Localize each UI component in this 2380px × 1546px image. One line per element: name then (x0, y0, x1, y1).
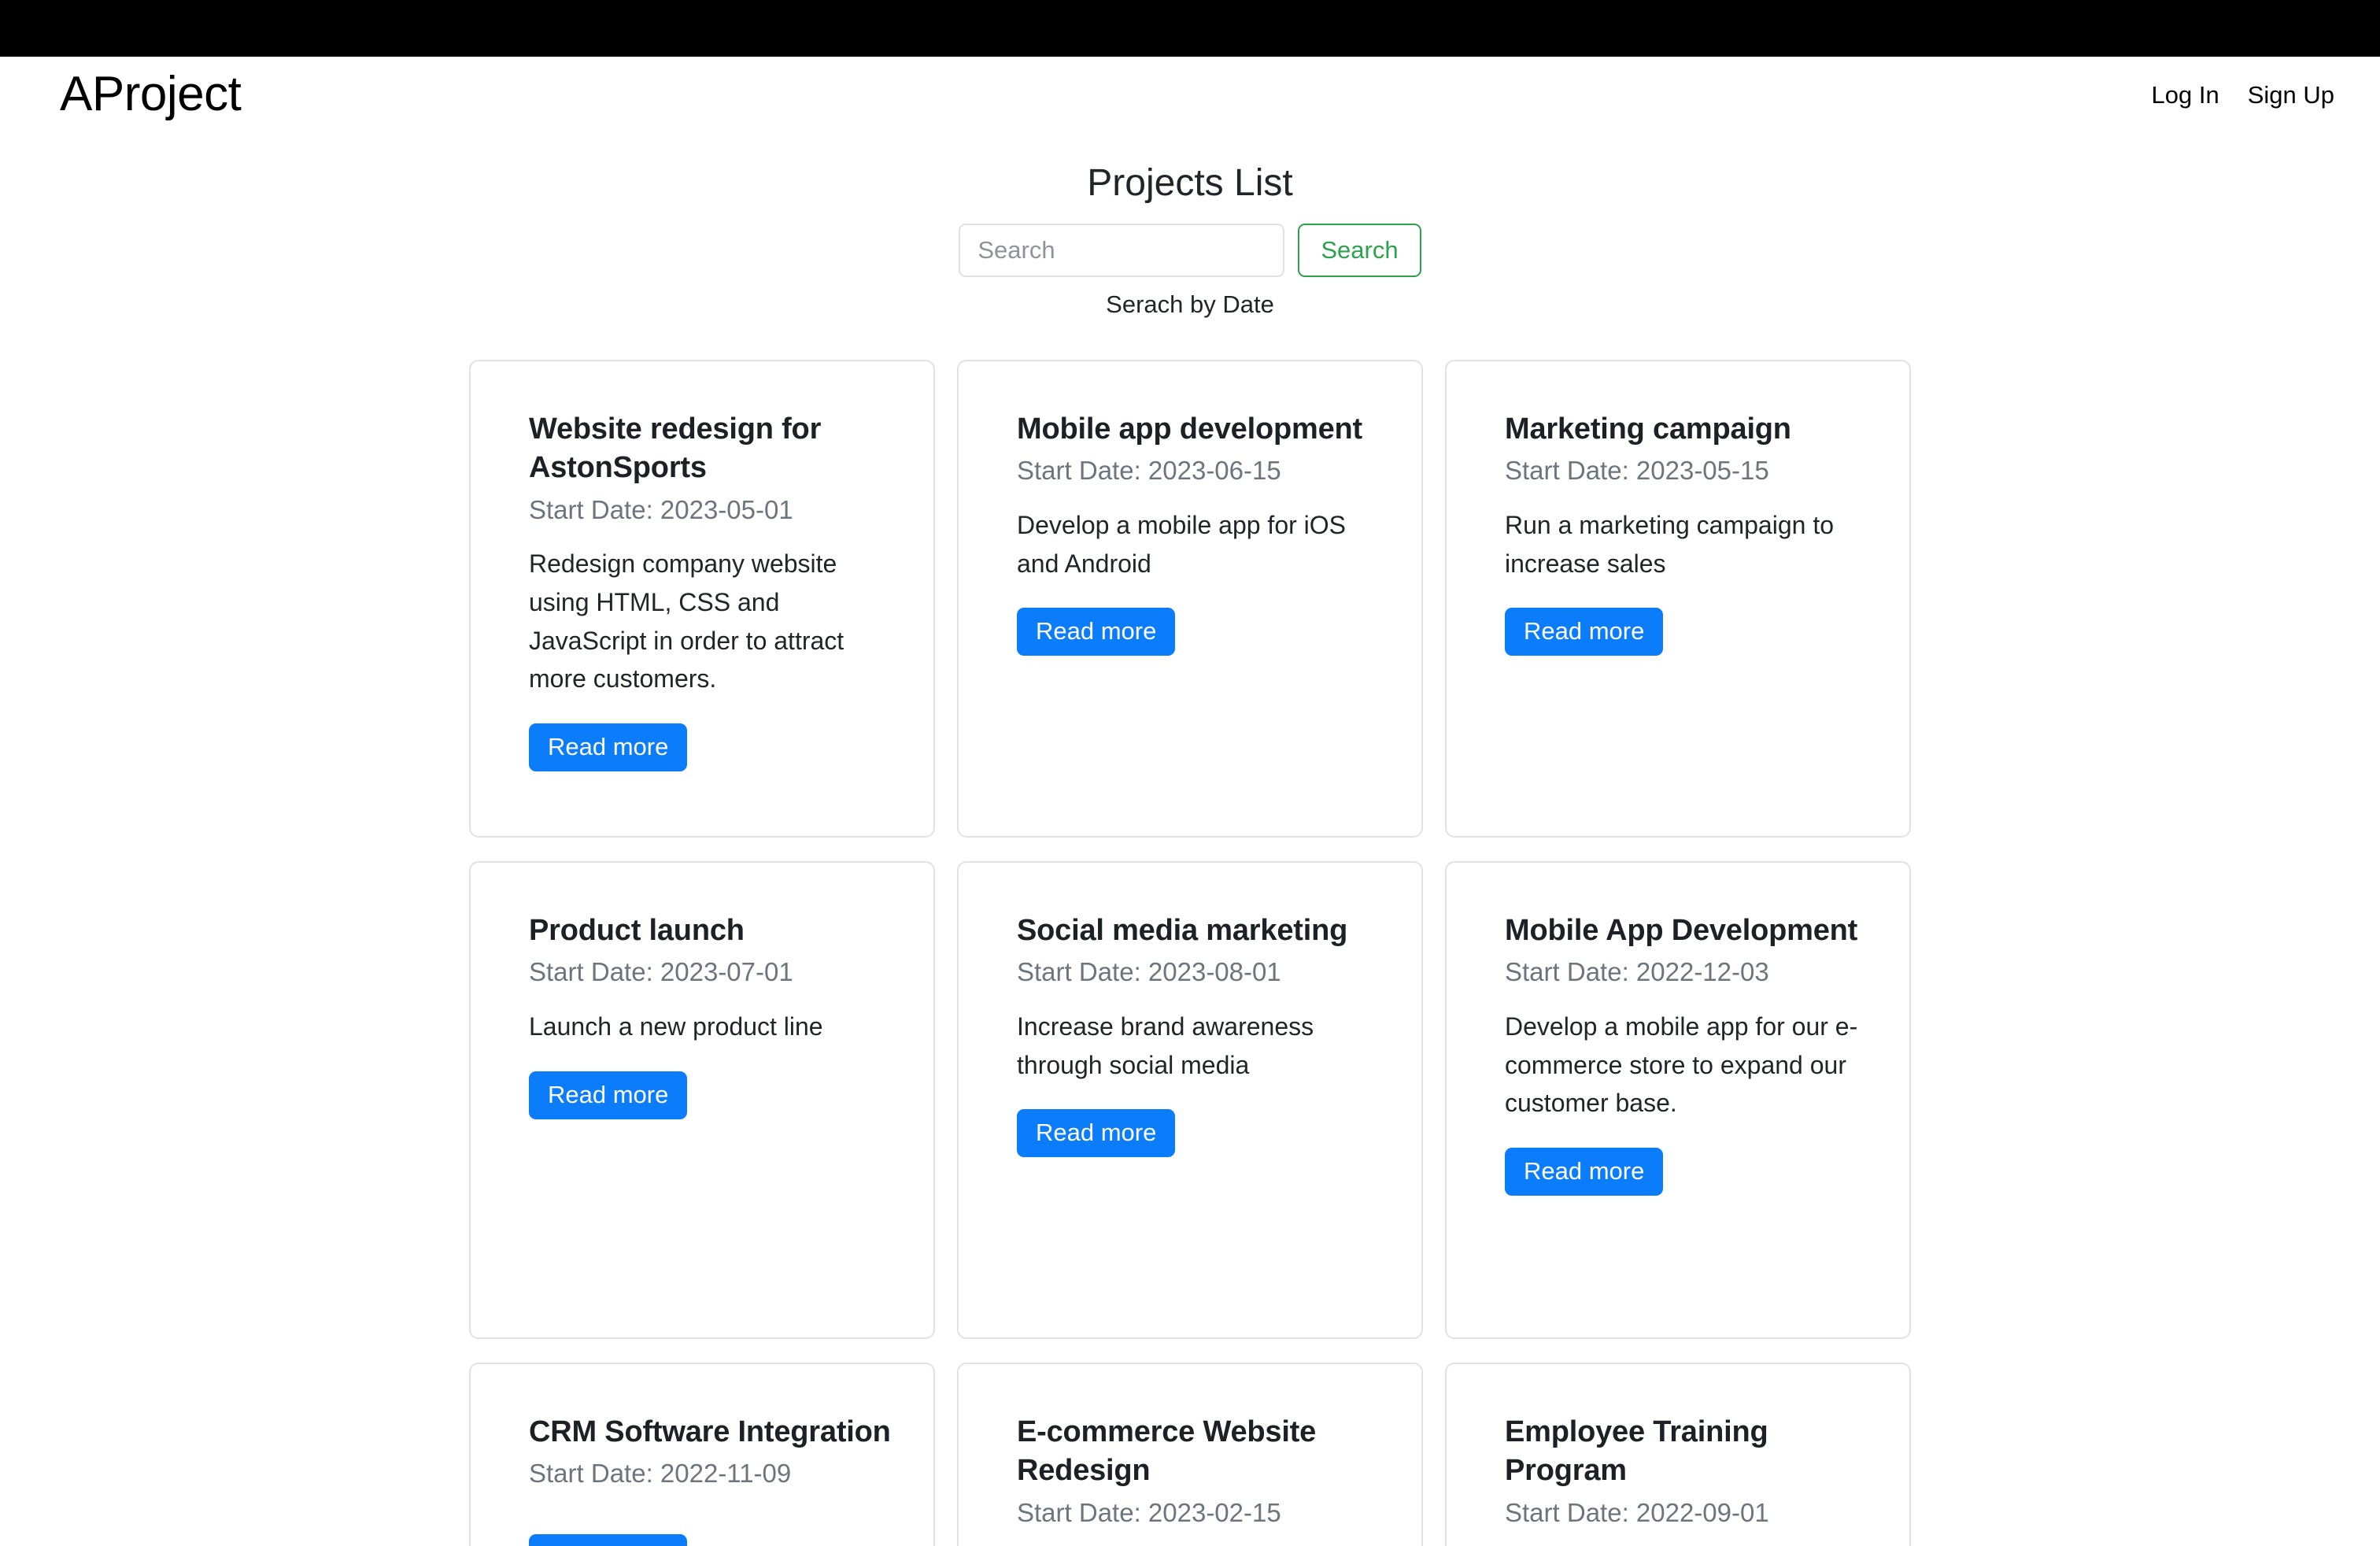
read-more-button[interactable]: Read more (1017, 1109, 1176, 1158)
project-card: Social media marketing Start Date: 2023-… (957, 860, 1423, 1339)
project-title: Employee Training Program (1505, 1415, 1768, 1488)
nav-link-sign-up[interactable]: Sign Up (2248, 83, 2334, 107)
read-more-button[interactable]: Read more (529, 1071, 688, 1119)
project-card: Website redesign for AstonSports Start D… (469, 359, 935, 838)
project-start-date: Start Date: 2023-07-01 (529, 957, 793, 987)
page-title: Projects List (1087, 162, 1293, 204)
project-start-date: Start Date: 2023-02-15 (1017, 1497, 1281, 1527)
search-by-date-link[interactable]: Serach by Date (1106, 290, 1274, 319)
top-black-bar (0, 0, 2380, 57)
project-title: Website redesign for AstonSports (529, 412, 822, 485)
project-description: Launch a new product line (529, 1012, 823, 1041)
read-more-button[interactable]: Read more (529, 723, 688, 771)
project-start-date: Start Date: 2022-11-09 (529, 1459, 792, 1489)
project-description: Redesign company website using HTML, CSS… (529, 549, 844, 693)
project-title: CRM Software Integration (529, 1415, 891, 1448)
project-card: Mobile app development Start Date: 2023-… (957, 359, 1423, 838)
projects-grid: Website redesign for AstonSports Start D… (469, 359, 1911, 1546)
header-nav: Log In Sign Up (2152, 83, 2335, 107)
search-button[interactable]: Search (1298, 223, 1421, 277)
project-card: Product launch Start Date: 2023-07-01 La… (469, 860, 935, 1339)
project-card: E-commerce Website Redesign Start Date: … (957, 1362, 1423, 1546)
read-more-button[interactable]: Read more (1505, 1147, 1664, 1196)
project-title: Social media marketing (1017, 913, 1348, 947)
project-start-date: Start Date: 2022-12-03 (1505, 957, 1769, 987)
site-header: AProject Log In Sign Up (0, 57, 2380, 132)
project-card: Marketing campaign Start Date: 2023-05-1… (1445, 359, 1911, 838)
read-more-button[interactable]: Read more (1505, 608, 1664, 656)
search-form: Search (959, 223, 1421, 277)
project-start-date: Start Date: 2023-05-01 (529, 494, 793, 524)
project-description: Develop a mobile app for our e-commerce … (1505, 1012, 1858, 1118)
project-title: Product launch (529, 913, 745, 947)
project-title: Mobile app development (1017, 412, 1362, 446)
page-head: Projects List Search Serach by Date (0, 161, 2380, 319)
project-title: E-commerce Website Redesign (1017, 1415, 1317, 1488)
brand-logo[interactable]: AProject (60, 70, 242, 119)
project-description: Develop a mobile app for iOS and Android (1017, 511, 1346, 578)
project-description: Increase brand awareness through social … (1017, 1012, 1314, 1079)
nav-link-log-in[interactable]: Log In (2152, 83, 2219, 107)
project-start-date: Start Date: 2023-06-15 (1017, 456, 1281, 486)
project-start-date: Start Date: 2023-08-01 (1017, 957, 1281, 987)
project-start-date: Start Date: 2022-09-01 (1505, 1497, 1769, 1527)
project-start-date: Start Date: 2023-05-15 (1505, 456, 1769, 486)
project-title: Marketing campaign (1505, 412, 1791, 446)
project-description: Run a marketing campaign to increase sal… (1505, 511, 1834, 578)
project-card: Mobile App Development Start Date: 2022-… (1445, 860, 1911, 1339)
read-more-button[interactable]: Read more (1017, 608, 1176, 656)
project-title: Mobile App Development (1505, 913, 1858, 947)
search-input[interactable] (959, 223, 1285, 277)
project-card: CRM Software Integration Start Date: 202… (469, 1362, 935, 1546)
read-more-button[interactable]: Read more (529, 1534, 688, 1546)
project-card: Employee Training Program Start Date: 20… (1445, 1362, 1911, 1546)
